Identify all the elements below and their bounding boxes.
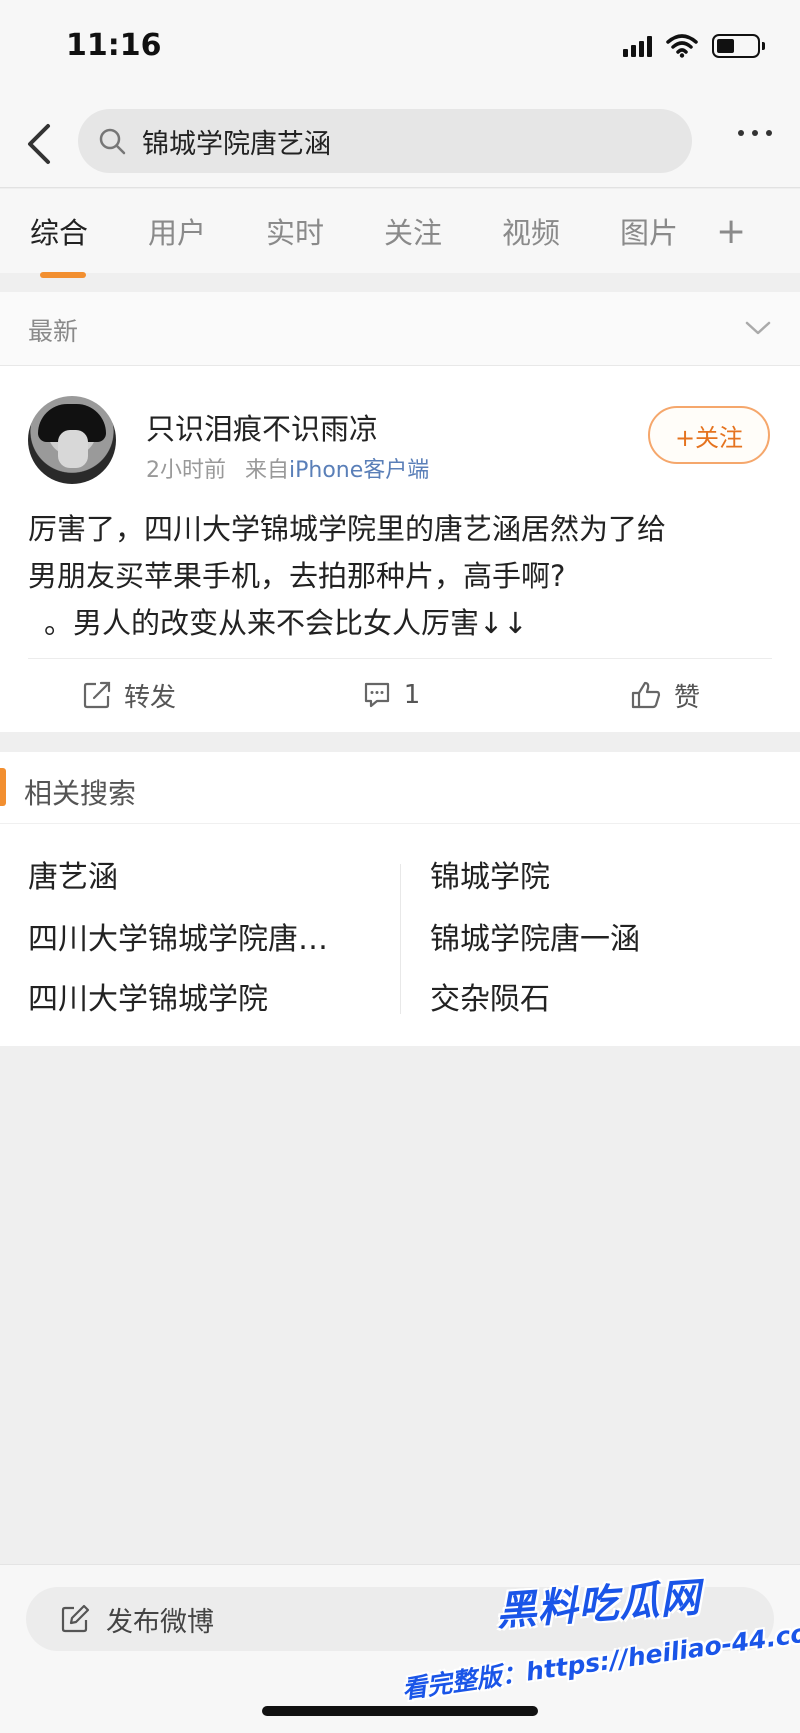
related-item[interactable]: 锦城学院唐一涵 xyxy=(430,914,640,958)
back-button[interactable] xyxy=(20,118,60,168)
add-tab-button[interactable]: + xyxy=(716,211,746,252)
search-icon xyxy=(99,128,126,155)
related-item[interactable]: 四川大学锦城学院 xyxy=(28,974,268,1018)
sort-bar: 最新 xyxy=(0,292,800,366)
chevron-left-icon xyxy=(28,124,50,164)
tab-images[interactable]: 图片 xyxy=(590,210,708,252)
tab-realtime[interactable]: 实时 xyxy=(236,210,354,252)
post-source: iPhone客户端 xyxy=(289,458,430,483)
related-searches: 相关搜索 唐艺涵 四川大学锦城学院唐… 四川大学锦城学院 锦城学院 锦城学院唐一… xyxy=(0,752,800,1046)
home-indicator xyxy=(262,1706,538,1716)
related-item[interactable]: 交杂陨石 xyxy=(430,974,550,1018)
post-card: 只识泪痕不识雨凉 2小时前 来自iPhone客户端 +关注 厉害了，四川大学锦城… xyxy=(0,366,800,732)
post-from: 来自 xyxy=(245,458,290,483)
repost-icon xyxy=(83,681,111,709)
sort-label: 最新 xyxy=(28,317,79,346)
related-item[interactable]: 四川大学锦城学院唐… xyxy=(28,914,328,958)
cellular-signal-icon xyxy=(623,35,652,57)
thumbs-up-icon xyxy=(631,681,661,709)
repost-button[interactable]: 转发 xyxy=(0,659,288,731)
post-meta: 2小时前 来自iPhone客户端 xyxy=(146,452,429,484)
accent-bar xyxy=(0,768,6,806)
search-query: 锦城学院唐艺涵 xyxy=(142,128,331,160)
like-button[interactable]: 赞 xyxy=(494,659,800,731)
post-time: 2小时前 xyxy=(146,458,226,483)
status-bar: 11:16 xyxy=(0,0,800,100)
repost-label: 转发 xyxy=(124,682,177,713)
related-header: 相关搜索 xyxy=(0,752,800,824)
post-text-line: 厉害了，四川大学锦城学院里的唐艺涵居然为了给 xyxy=(28,512,667,546)
status-time: 11:16 xyxy=(66,28,162,63)
comment-count: 1 xyxy=(403,680,421,710)
like-label: 赞 xyxy=(673,682,700,713)
tab-video[interactable]: 视频 xyxy=(472,210,590,252)
related-title: 相关搜索 xyxy=(24,777,137,810)
related-item[interactable]: 唐艺涵 xyxy=(28,852,118,896)
column-divider xyxy=(400,864,401,1014)
comment-button[interactable]: 1 xyxy=(288,659,494,731)
status-icons xyxy=(623,34,765,58)
tab-bar: 综合 用户 实时 关注 视频 图片 + xyxy=(0,189,800,278)
wifi-icon xyxy=(666,34,698,58)
comment-icon xyxy=(364,682,389,708)
search-header: 锦城学院唐艺涵 xyxy=(0,100,800,188)
search-input[interactable]: 锦城学院唐艺涵 xyxy=(78,109,692,173)
follow-button[interactable]: +关注 xyxy=(648,406,770,464)
post-text: 厉害了，四川大学锦城学院里的唐艺涵居然为了给 男朋友买苹果手机，去拍那种片，高手… xyxy=(28,506,776,647)
chevron-down-icon[interactable] xyxy=(744,314,772,342)
post-text-line: 。男人的改变从来不会比女人厉害↓↓ xyxy=(44,606,528,640)
tab-comprehensive[interactable]: 综合 xyxy=(0,210,118,278)
compose-label: 发布微博 xyxy=(106,1606,214,1638)
avatar[interactable] xyxy=(28,396,116,484)
battery-icon xyxy=(712,34,765,58)
post-actions: 转发 1 赞 xyxy=(0,659,800,731)
edit-icon xyxy=(61,1604,90,1633)
post-text-line: 男朋友买苹果手机，去拍那种片，高手啊? xyxy=(28,559,566,593)
tab-following[interactable]: 关注 xyxy=(354,210,472,252)
related-item[interactable]: 锦城学院 xyxy=(430,852,550,896)
post-username[interactable]: 只识泪痕不识雨凉 xyxy=(146,406,378,448)
tab-users[interactable]: 用户 xyxy=(118,210,236,252)
more-options-button[interactable] xyxy=(738,130,772,136)
